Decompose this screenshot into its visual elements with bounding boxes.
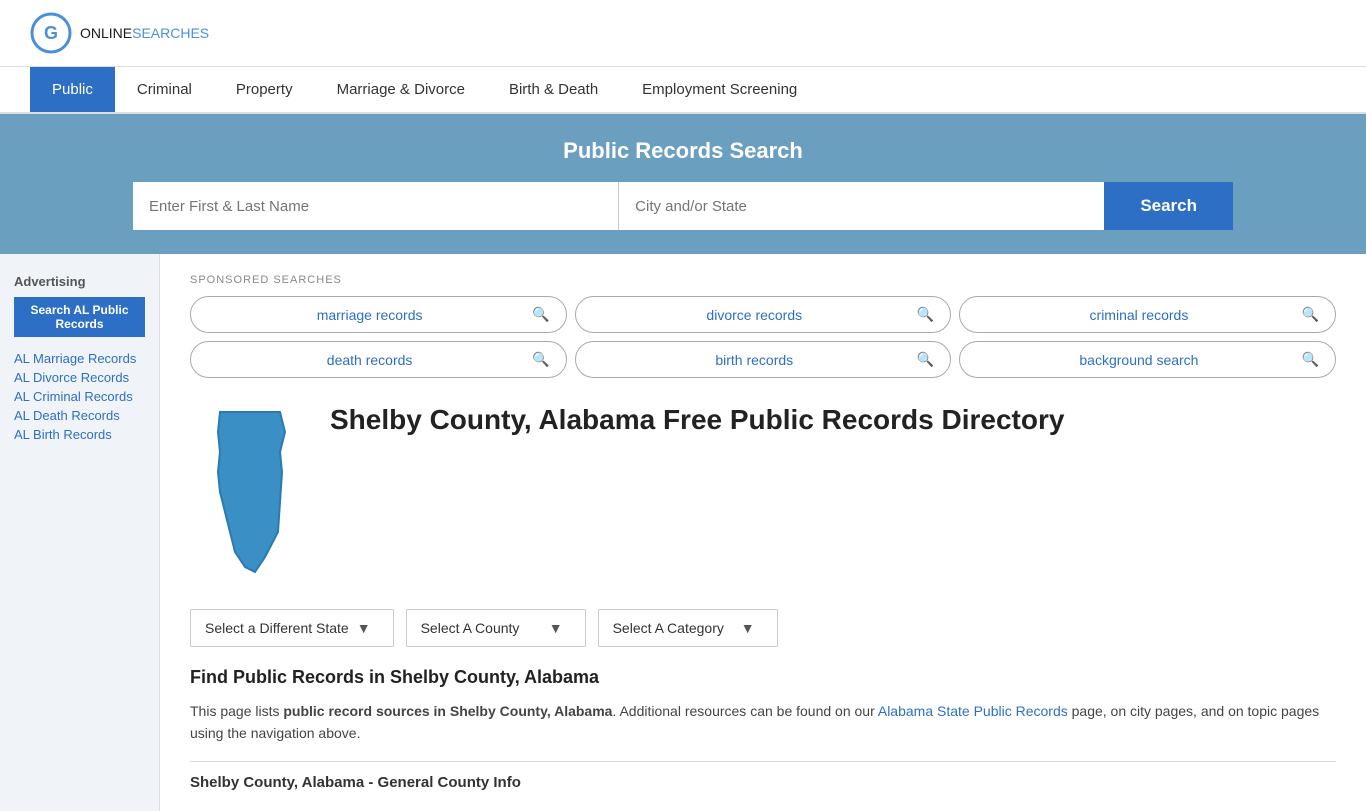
category-dropdown-label: Select A Category bbox=[613, 620, 724, 636]
nav-public[interactable]: Public bbox=[30, 67, 115, 112]
sponsored-pills: marriage records 🔍 divorce records 🔍 cri… bbox=[190, 296, 1336, 378]
search-icon: 🔍 bbox=[917, 306, 934, 323]
sidebar-link-marriage[interactable]: AL Marriage Records bbox=[14, 351, 145, 366]
advertising-label: Advertising bbox=[14, 274, 145, 289]
state-dropdown[interactable]: Select a Different State ▼ bbox=[190, 609, 394, 647]
search-form: Search bbox=[133, 182, 1233, 230]
category-dropdown[interactable]: Select A Category ▼ bbox=[598, 609, 778, 647]
logo-icon: G bbox=[30, 12, 72, 54]
logo[interactable]: G ONLINESEARCHES bbox=[30, 12, 209, 54]
find-records-description: This page lists public record sources in… bbox=[190, 700, 1336, 745]
search-banner: Public Records Search Search bbox=[0, 114, 1366, 254]
find-records-title: Find Public Records in Shelby County, Al… bbox=[190, 667, 1336, 688]
county-dropdown-label: Select A County bbox=[421, 620, 520, 636]
chevron-down-icon: ▼ bbox=[741, 620, 755, 636]
nav-marriage-divorce[interactable]: Marriage & Divorce bbox=[315, 67, 487, 112]
search-button[interactable]: Search bbox=[1104, 182, 1233, 230]
county-title-area: Shelby County, Alabama Free Public Recor… bbox=[330, 402, 1064, 438]
search-icon: 🔍 bbox=[1302, 351, 1319, 368]
sidebar-link-birth[interactable]: AL Birth Records bbox=[14, 427, 145, 442]
general-info-title: Shelby County, Alabama - General County … bbox=[190, 774, 1336, 791]
search-banner-title: Public Records Search bbox=[30, 138, 1336, 164]
pill-death-records[interactable]: death records 🔍 bbox=[190, 341, 567, 378]
pill-background-search[interactable]: background search 🔍 bbox=[959, 341, 1336, 378]
sidebar-ad-button[interactable]: Search AL Public Records bbox=[14, 297, 145, 337]
chevron-down-icon: ▼ bbox=[549, 620, 563, 636]
state-dropdown-label: Select a Different State bbox=[205, 620, 349, 636]
nav-employment[interactable]: Employment Screening bbox=[620, 67, 819, 112]
nav-criminal[interactable]: Criminal bbox=[115, 67, 214, 112]
site-header: G ONLINESEARCHES bbox=[0, 0, 1366, 67]
alabama-map-svg bbox=[190, 402, 310, 582]
search-icon: 🔍 bbox=[532, 306, 549, 323]
nav-birth-death[interactable]: Birth & Death bbox=[487, 67, 620, 112]
chevron-down-icon: ▼ bbox=[357, 620, 371, 636]
sidebar-links: AL Marriage Records AL Divorce Records A… bbox=[14, 351, 145, 442]
location-input[interactable] bbox=[619, 182, 1104, 230]
county-title: Shelby County, Alabama Free Public Recor… bbox=[330, 402, 1064, 438]
name-input[interactable] bbox=[133, 182, 619, 230]
state-map bbox=[190, 402, 310, 585]
sponsored-label: SPONSORED SEARCHES bbox=[190, 274, 1336, 286]
search-icon: 🔍 bbox=[917, 351, 934, 368]
dropdowns-row: Select a Different State ▼ Select A Coun… bbox=[190, 609, 1336, 647]
sidebar: Advertising Search AL Public Records AL … bbox=[0, 254, 160, 811]
logo-text: ONLINESEARCHES bbox=[80, 25, 209, 41]
alabama-state-records-link[interactable]: Alabama State Public Records bbox=[878, 703, 1068, 719]
search-icon: 🔍 bbox=[532, 351, 549, 368]
sidebar-link-death[interactable]: AL Death Records bbox=[14, 408, 145, 423]
nav-property[interactable]: Property bbox=[214, 67, 315, 112]
sidebar-link-criminal[interactable]: AL Criminal Records bbox=[14, 389, 145, 404]
sidebar-link-divorce[interactable]: AL Divorce Records bbox=[14, 370, 145, 385]
county-section: Shelby County, Alabama Free Public Recor… bbox=[190, 402, 1336, 585]
main-nav: Public Criminal Property Marriage & Divo… bbox=[0, 67, 1366, 114]
page-content: SPONSORED SEARCHES marriage records 🔍 di… bbox=[160, 254, 1366, 811]
pill-marriage-records[interactable]: marriage records 🔍 bbox=[190, 296, 567, 333]
pill-birth-records[interactable]: birth records 🔍 bbox=[575, 341, 952, 378]
pill-divorce-records[interactable]: divorce records 🔍 bbox=[575, 296, 952, 333]
main-content: Advertising Search AL Public Records AL … bbox=[0, 254, 1366, 811]
svg-text:G: G bbox=[44, 23, 58, 43]
pill-criminal-records[interactable]: criminal records 🔍 bbox=[959, 296, 1336, 333]
general-info-bar: Shelby County, Alabama - General County … bbox=[190, 761, 1336, 791]
search-icon: 🔍 bbox=[1302, 306, 1319, 323]
county-dropdown[interactable]: Select A County ▼ bbox=[406, 609, 586, 647]
